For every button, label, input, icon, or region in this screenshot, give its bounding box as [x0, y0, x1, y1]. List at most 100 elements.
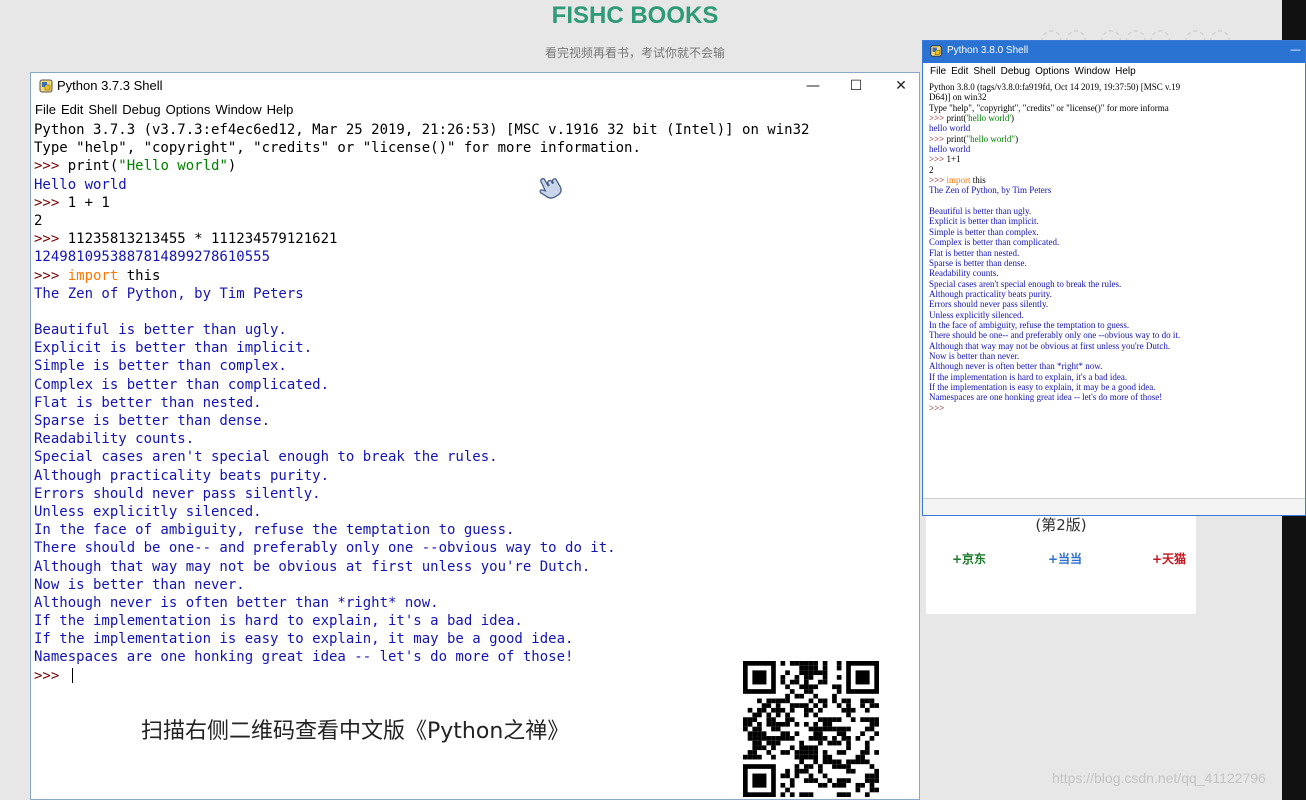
shell-line: Special cases aren't special enough to b… [34, 448, 919, 466]
shell-output: Hello world [34, 176, 127, 193]
shell-output: Unless explicitly silenced. [34, 503, 262, 520]
qr-code-image[interactable] [743, 661, 879, 797]
shell-line: D64)] on win32 [929, 92, 1305, 102]
maximize-icon[interactable]: ☐ [834, 75, 878, 97]
csdn-watermark: https://blog.csdn.net/qq_41122796 [1052, 770, 1266, 786]
shell-output: Beautiful is better than ugly. [34, 322, 287, 339]
shell-output: hello world [929, 123, 971, 134]
python-380-shell-window[interactable]: Python 3.8.0 Shell — File Edit Shell Debug O… [922, 40, 1306, 516]
shell-input: print( [946, 133, 967, 144]
text-cursor [71, 668, 73, 684]
secondary-menu-edit[interactable]: Edit [951, 66, 968, 77]
shell-prompt: >>> [34, 158, 68, 175]
shell-line: Explicit is better than implicit. [34, 339, 919, 357]
shell-output: 1249810953887814899278610555 [34, 249, 271, 266]
shell-line: >>> 1 + 1 [34, 194, 919, 212]
shell-text-area-secondary[interactable]: Python 3.8.0 (tags/v3.8.0:fa919fd, Oct 1… [929, 82, 1305, 413]
shell-input: print( [946, 113, 967, 124]
shell-output: In the face of ambiguity, refuse the tem… [929, 319, 1130, 330]
shell-line: Special cases aren't special enough to b… [929, 279, 1305, 289]
menu-bar-secondary: File Edit Shell Debug Options Window Help [923, 63, 1305, 79]
shell-line: Although practicality beats purity. [929, 289, 1305, 299]
shell-output: Explicit is better than implicit. [34, 340, 313, 357]
shell-output: There should be one-- and preferably onl… [34, 540, 616, 557]
store-link-tmall[interactable]: +天猫 [1152, 550, 1186, 567]
main-menu-window[interactable]: Window [215, 102, 261, 117]
shell-output: Although that way may not be obvious at … [34, 558, 591, 575]
main-menu-file[interactable]: File [35, 102, 56, 117]
shell-input: 11235813213455 * 111234579121621 [67, 231, 338, 248]
shell-line: Sparse is better than dense. [929, 258, 1305, 268]
shell-text: 2 [929, 164, 934, 175]
minimize-icon-secondary[interactable]: — [1290, 43, 1301, 56]
shell-output: Simple is better than complex. [34, 358, 287, 375]
store-link-jd[interactable]: +京东 [952, 550, 986, 567]
shell-line: The Zen of Python, by Tim Peters [34, 285, 919, 303]
window-titlebar-secondary[interactable]: Python 3.8.0 Shell — [923, 41, 1305, 63]
secondary-menu-shell[interactable]: Shell [973, 66, 995, 77]
close-icon[interactable]: ✕ [879, 75, 923, 97]
shell-prompt: >>> [929, 113, 947, 124]
shell-text: D64)] on win32 [929, 92, 987, 103]
shell-prompt: >>> [929, 133, 947, 144]
main-menu-debug[interactable]: Debug [122, 102, 160, 117]
window-title-secondary: Python 3.8.0 Shell [947, 45, 1029, 56]
shell-prompt: >>> [929, 402, 945, 413]
shell-output: If the implementation is hard to explain… [34, 613, 523, 630]
shell-prompt: >>> [34, 231, 68, 248]
shell-output: Namespaces are one honking great idea --… [929, 392, 1163, 403]
shell-output: Beautiful is better than ugly. [929, 206, 1032, 217]
shell-line: >>> 1+1 [929, 154, 1305, 164]
shell-line: >>> print("hello world") [929, 134, 1305, 144]
shell-input: this [118, 267, 161, 284]
shell-line: Flat is better than nested. [929, 248, 1305, 258]
shell-output: Although practicality beats purity. [34, 467, 330, 484]
main-menu-shell[interactable]: Shell [88, 102, 117, 117]
shell-input: 1+1 [946, 154, 961, 165]
shell-keyword: import [946, 175, 971, 186]
shell-string-literal: 'hello world' [966, 113, 1011, 124]
shell-line: 1249810953887814899278610555 [34, 248, 919, 266]
store-link-dangdang[interactable]: +当当 [1048, 550, 1082, 567]
secondary-menu-window[interactable]: Window [1075, 66, 1111, 77]
shell-line: Python 3.7.3 (v3.7.3:ef4ec6ed12, Mar 25 … [34, 121, 919, 139]
shell-input: 1 + 1 [67, 194, 110, 211]
minimize-icon[interactable]: — [791, 75, 835, 97]
main-menu-help[interactable]: Help [267, 102, 294, 117]
shell-line: Although never is often better than *rig… [929, 361, 1305, 371]
secondary-menu-debug[interactable]: Debug [1001, 66, 1030, 77]
shell-output: Special cases aren't special enough to b… [929, 278, 1122, 289]
shell-line: In the face of ambiguity, refuse the tem… [929, 320, 1305, 330]
shell-input: ) [1015, 133, 1019, 144]
window-title: Python 3.7.3 Shell [57, 78, 163, 93]
shell-text: Python 3.8.0 (tags/v3.8.0:fa919fd, Oct 1… [929, 82, 1181, 92]
shell-output: Although that way may not be obvious at … [929, 340, 1171, 351]
shell-line: >>> import this [34, 267, 919, 285]
shell-line: If the implementation is hard to explain… [929, 372, 1305, 382]
shell-output: Although never is often better than *rig… [34, 594, 439, 611]
shell-output: Simple is better than complex. [929, 226, 1039, 237]
shell-line: There should be one-- and preferably onl… [929, 330, 1305, 340]
shell-output: The Zen of Python, by Tim Peters [929, 185, 1052, 196]
shell-prompt: >>> [929, 154, 947, 165]
window-titlebar[interactable]: Python 3.7.3 Shell — ☐ ✕ [31, 73, 919, 100]
secondary-menu-options[interactable]: Options [1035, 66, 1069, 77]
shell-line: If the implementation is easy to explain… [34, 630, 919, 648]
shell-output: Readability counts. [34, 431, 195, 448]
secondary-menu-help[interactable]: Help [1115, 66, 1136, 77]
shell-prompt: >>> [34, 194, 68, 211]
shell-output: There should be one-- and preferably onl… [929, 330, 1181, 341]
shell-output: Complex is better than complicated. [34, 376, 330, 393]
shell-line: >>> print("Hello world") [34, 157, 919, 175]
shell-output: Now is better than never. [929, 350, 1020, 361]
secondary-menu-file[interactable]: File [930, 66, 946, 77]
main-menu-edit[interactable]: Edit [61, 102, 83, 117]
shell-output: Readability counts. [929, 268, 999, 279]
shell-line: Simple is better than complex. [929, 227, 1305, 237]
shell-keyword: import [67, 267, 119, 284]
shell-line: Hello world [34, 176, 919, 194]
python-373-shell-window[interactable]: Python 3.7.3 Shell — ☐ ✕ File Edit Shell De… [30, 72, 920, 800]
main-menu-options[interactable]: Options [166, 102, 211, 117]
shell-line: Complex is better than complicated. [929, 237, 1305, 247]
